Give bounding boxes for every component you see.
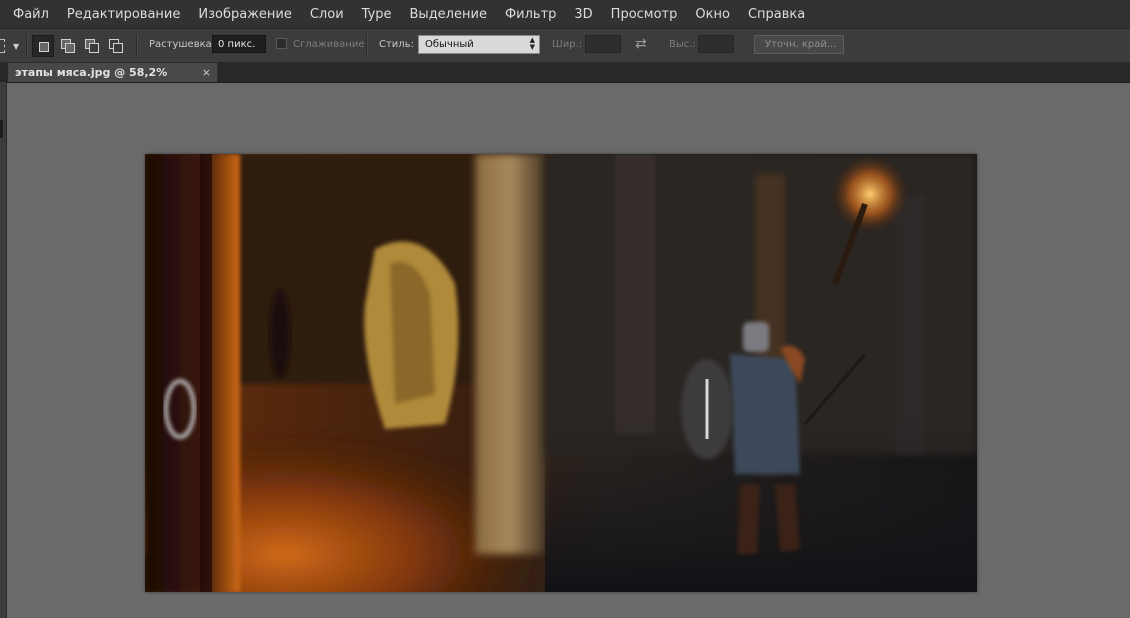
menu-edit[interactable]: Редактирование bbox=[58, 7, 189, 22]
menu-type[interactable]: Type bbox=[353, 7, 401, 22]
swap-arrows-icon[interactable]: ⇄ bbox=[635, 36, 647, 52]
painting-image bbox=[145, 154, 977, 592]
menu-image[interactable]: Изображение bbox=[189, 7, 300, 22]
antialias-label: Сглаживание bbox=[293, 39, 365, 50]
menu-3d[interactable]: 3D bbox=[565, 7, 601, 22]
menu-window[interactable]: Окно bbox=[686, 7, 739, 22]
menu-layers[interactable]: Слои bbox=[301, 7, 353, 22]
style-label: Стиль: bbox=[379, 39, 414, 50]
width-label: Шир.: bbox=[552, 39, 583, 50]
style-select[interactable]: Обычный ▲ ▼ bbox=[418, 35, 540, 54]
intersect-selection-button[interactable] bbox=[105, 35, 125, 55]
menu-help[interactable]: Справка bbox=[739, 7, 814, 22]
new-selection-icon bbox=[36, 39, 50, 53]
document-canvas[interactable] bbox=[145, 154, 977, 592]
chevron-down-icon: ▼ bbox=[13, 41, 20, 51]
divider bbox=[136, 35, 138, 57]
rectangular-marquee-icon bbox=[0, 39, 5, 53]
style-select-value: Обычный bbox=[425, 39, 474, 50]
up-down-arrows-icon: ▲ ▼ bbox=[529, 36, 535, 51]
add-to-selection-icon bbox=[60, 38, 75, 53]
height-input[interactable] bbox=[698, 35, 734, 53]
tools-panel-edge[interactable] bbox=[0, 82, 7, 618]
canvas-area[interactable] bbox=[7, 83, 1130, 618]
intersect-selection-icon bbox=[108, 38, 123, 53]
menu-filter[interactable]: Фильтр bbox=[496, 7, 565, 22]
add-to-selection-button[interactable] bbox=[57, 35, 77, 55]
document-tab[interactable]: этапы мяса.jpg @ 58,2% (RGB/8) * × bbox=[8, 63, 218, 98]
close-icon[interactable]: × bbox=[202, 63, 211, 82]
divider bbox=[366, 35, 368, 57]
subtract-from-selection-button[interactable] bbox=[81, 35, 101, 55]
new-selection-button[interactable] bbox=[32, 35, 54, 57]
menu-view[interactable]: Просмотр bbox=[602, 7, 687, 22]
divider bbox=[26, 35, 28, 57]
options-bar: ▼ Растушевка: 0 пикс. Сглаживание Стиль:… bbox=[0, 29, 1130, 63]
menu-file[interactable]: Файл bbox=[0, 7, 58, 22]
antialias-checkbox[interactable] bbox=[276, 38, 287, 49]
refine-edge-button[interactable]: Уточн. край... bbox=[754, 35, 844, 54]
height-label: Выс.: bbox=[669, 39, 696, 50]
feather-label: Растушевка: bbox=[149, 39, 216, 50]
feather-input[interactable]: 0 пикс. bbox=[212, 35, 266, 53]
tool-preset-picker[interactable]: ▼ bbox=[0, 36, 22, 56]
menu-select[interactable]: Выделение bbox=[401, 7, 496, 22]
subtract-from-selection-icon bbox=[84, 38, 99, 53]
document-tab-bar: этапы мяса.jpg @ 58,2% (RGB/8) * × bbox=[0, 63, 1130, 98]
width-input[interactable] bbox=[585, 35, 621, 53]
menu-bar: Файл Редактирование Изображение Слои Typ… bbox=[0, 0, 1130, 29]
panel-grip[interactable] bbox=[0, 120, 3, 138]
